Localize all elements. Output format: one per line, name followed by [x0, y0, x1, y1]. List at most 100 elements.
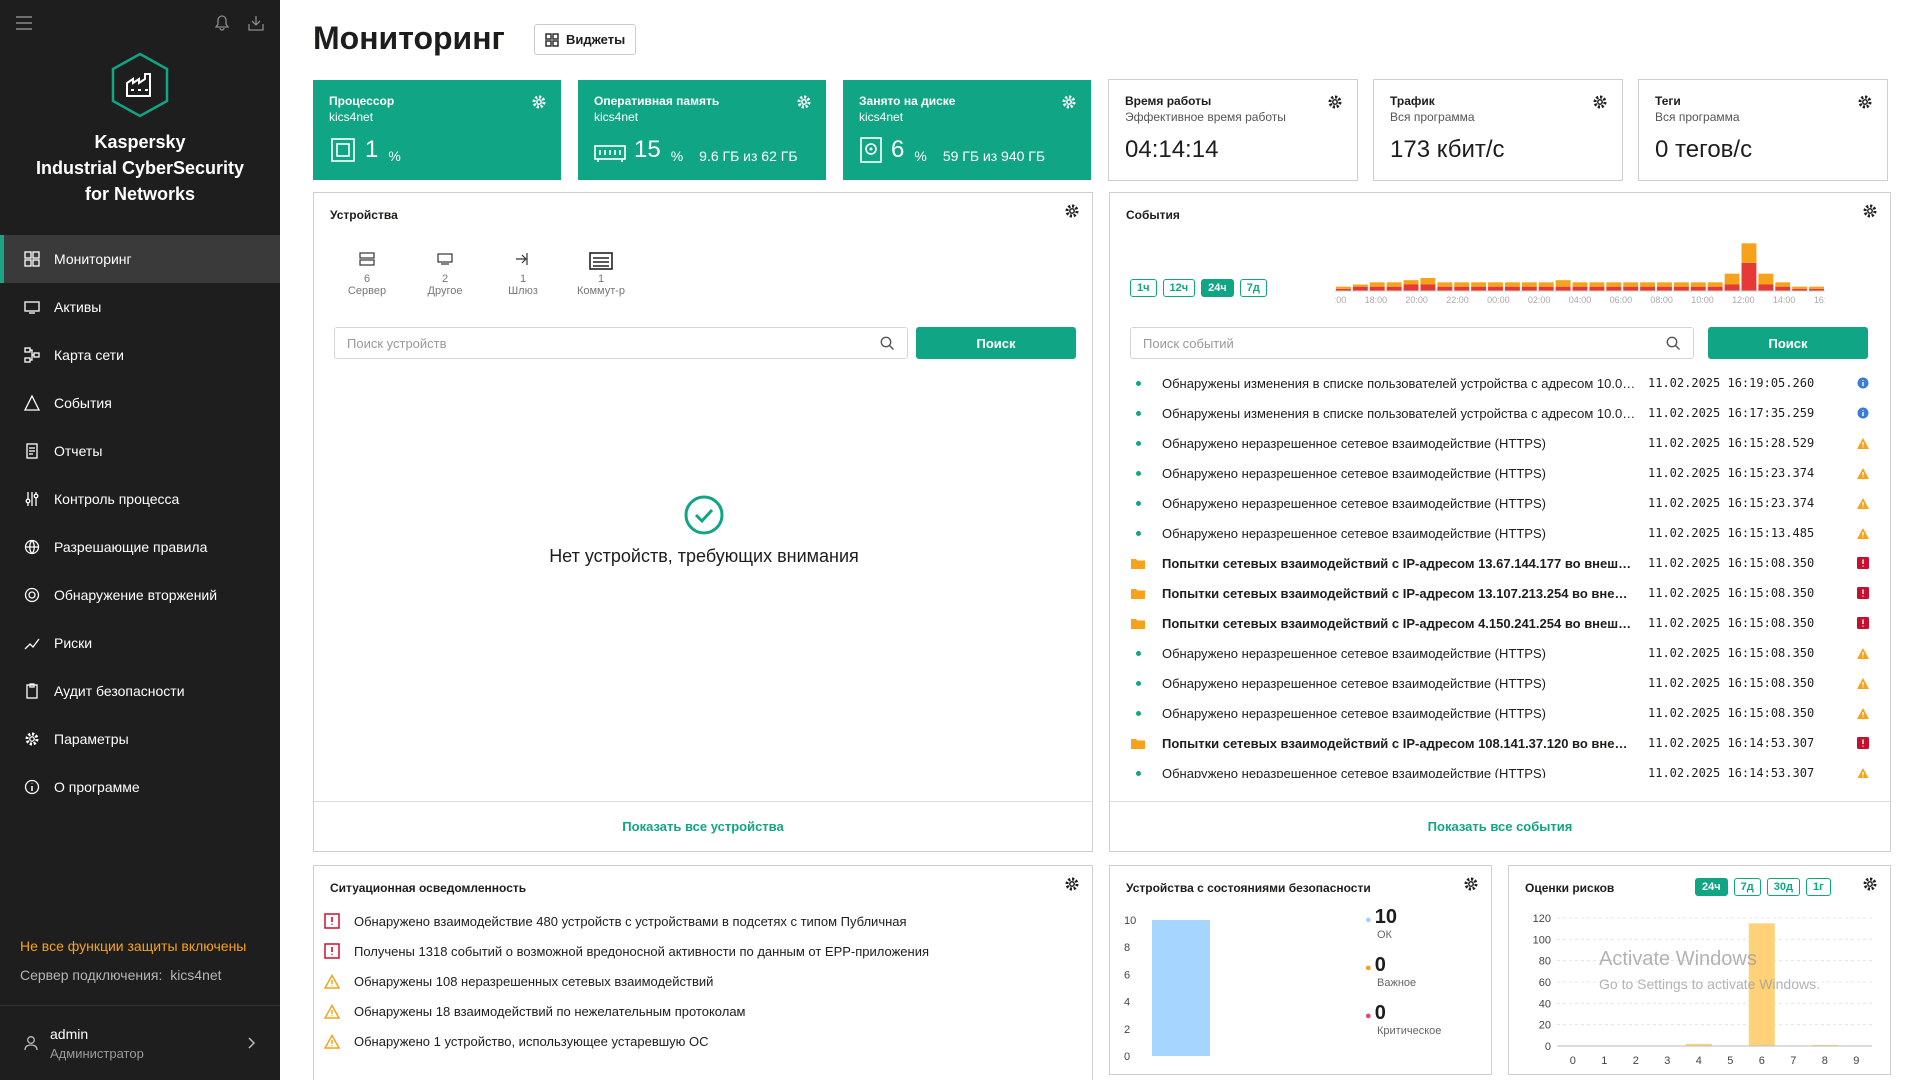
gear-icon[interactable]: [531, 94, 547, 110]
gear-icon[interactable]: [1064, 876, 1080, 892]
hist-bar-critical[interactable]: [1538, 286, 1554, 291]
hist-bar-warning[interactable]: [1724, 273, 1740, 285]
hist-bar-warning[interactable]: [1521, 282, 1537, 287]
hist-bar-critical[interactable]: [1572, 286, 1588, 291]
event-row[interactable]: Обнаружены изменения в списке пользовате…: [1118, 398, 1898, 428]
event-search-input[interactable]: Поиск событий: [1130, 327, 1694, 359]
hist-bar-warning[interactable]: [1437, 282, 1453, 287]
show-all-devices-link[interactable]: Показать все устройства: [314, 801, 1092, 851]
hist-bar-critical[interactable]: [1589, 286, 1605, 291]
hist-bar-warning[interactable]: [1538, 282, 1554, 287]
event-row[interactable]: Обнаружено неразрешенное сетевое взаимод…: [1118, 488, 1898, 518]
gear-icon[interactable]: [796, 94, 812, 110]
hist-bar-warning[interactable]: [1572, 282, 1588, 287]
hist-bar-critical[interactable]: [1369, 286, 1385, 291]
range-chip-24h[interactable]: 24ч: [1201, 279, 1234, 297]
event-row[interactable]: Попытки сетевых взаимодействий с IP-адре…: [1118, 548, 1898, 578]
event-row[interactable]: Обнаружено неразрешенное сетевое взаимод…: [1118, 668, 1898, 698]
sidebar-item-allow-rules[interactable]: Разрешающие правила: [0, 523, 280, 571]
sidebar-item-about[interactable]: О программе: [0, 763, 280, 811]
hist-bar-critical[interactable]: [1437, 286, 1453, 291]
hist-bar-warning[interactable]: [1589, 282, 1605, 287]
user-menu[interactable]: admin Администратор: [0, 1005, 280, 1080]
hist-bar-critical[interactable]: [1386, 286, 1402, 291]
hist-bar-critical[interactable]: [1623, 286, 1639, 291]
hist-bar-critical[interactable]: [1606, 286, 1622, 291]
device-type-switch[interactable]: 1 Коммут-р: [576, 251, 626, 297]
hist-bar-critical[interactable]: [1640, 286, 1656, 291]
hist-bar-critical[interactable]: [1488, 286, 1503, 291]
awareness-item[interactable]: Обнаружено 1 устройство, использующее ус…: [324, 1026, 929, 1056]
awareness-item[interactable]: Обнаружено взаимодействие 480 устройств …: [324, 906, 929, 936]
range-chip-1y[interactable]: 1г: [1805, 878, 1831, 896]
bell-icon[interactable]: [214, 15, 230, 31]
gear-icon[interactable]: [1862, 203, 1878, 219]
range-chip-24h[interactable]: 24ч: [1695, 878, 1728, 896]
hist-bar-critical[interactable]: [1690, 286, 1706, 291]
device-type-server[interactable]: 6 Сервер: [342, 251, 392, 297]
device-search-input[interactable]: Поиск устройств: [334, 327, 908, 359]
hist-bar-critical[interactable]: [1471, 286, 1487, 291]
hist-bar-warning[interactable]: [1420, 278, 1436, 285]
range-chip-30d[interactable]: 30д: [1766, 878, 1800, 896]
security-ok-bar[interactable]: [1152, 920, 1210, 1056]
hist-bar-warning[interactable]: [1741, 243, 1757, 263]
hist-bar-warning[interactable]: [1758, 273, 1774, 285]
hist-bar-critical[interactable]: [1657, 286, 1672, 291]
hist-bar-warning[interactable]: [1352, 284, 1368, 287]
gear-icon[interactable]: [1064, 203, 1080, 219]
hist-bar-critical[interactable]: [1454, 286, 1470, 291]
sidebar-item-process-control[interactable]: Контроль процесса: [0, 475, 280, 523]
event-row[interactable]: Попытки сетевых взаимодействий с IP-адре…: [1118, 728, 1898, 758]
hist-bar-warning[interactable]: [1623, 282, 1639, 287]
hist-bar-warning[interactable]: [1640, 282, 1656, 287]
event-row[interactable]: Обнаружено неразрешенное сетевое взаимод…: [1118, 428, 1898, 458]
hist-bar-critical[interactable]: [1420, 284, 1436, 292]
hist-bar-warning[interactable]: [1690, 282, 1706, 287]
hist-bar-warning[interactable]: [1775, 282, 1791, 287]
sidebar-item-settings[interactable]: Параметры: [0, 715, 280, 763]
hist-bar-warning[interactable]: [1386, 282, 1402, 287]
hist-bar-critical[interactable]: [1775, 286, 1791, 291]
hist-bar-critical[interactable]: [1521, 286, 1537, 291]
hist-bar-warning[interactable]: [1707, 282, 1723, 287]
hist-bar-warning[interactable]: [1809, 286, 1824, 289]
hist-bar-critical[interactable]: [1758, 284, 1774, 292]
device-type-other[interactable]: 2 Другое: [420, 251, 470, 297]
hist-bar-warning[interactable]: [1488, 282, 1503, 287]
show-all-events-link[interactable]: Показать все события: [1110, 801, 1890, 851]
sidebar-item-security-audit[interactable]: Аудит безопасности: [0, 667, 280, 715]
hist-bar-warning[interactable]: [1657, 282, 1672, 287]
menu-icon[interactable]: [16, 16, 32, 30]
hist-bar-warning[interactable]: [1504, 282, 1520, 287]
awareness-item[interactable]: Обнаружены 18 взаимодействий по нежелате…: [324, 996, 929, 1026]
hist-bar-critical[interactable]: [1741, 262, 1757, 291]
range-chip-7d[interactable]: 7д: [1733, 878, 1761, 896]
event-row[interactable]: Обнаружено неразрешенное сетевое взаимод…: [1118, 758, 1898, 778]
protection-warning[interactable]: Не все функции защиты включены: [20, 938, 246, 954]
sidebar-item-dashboard[interactable]: Мониторинг: [0, 235, 280, 283]
hist-bar-warning[interactable]: [1336, 286, 1351, 289]
sidebar-item-reports[interactable]: Отчеты: [0, 427, 280, 475]
hist-bar-warning[interactable]: [1673, 282, 1689, 287]
hist-bar-warning[interactable]: [1606, 282, 1622, 287]
hist-bar-warning[interactable]: [1369, 282, 1385, 287]
hist-bar-warning[interactable]: [1403, 280, 1419, 285]
awareness-item[interactable]: Получены 1318 событий о возможной вредон…: [324, 936, 929, 966]
hist-bar-critical[interactable]: [1707, 286, 1723, 291]
gear-icon[interactable]: [1463, 876, 1479, 892]
widgets-button[interactable]: Виджеты: [534, 24, 637, 55]
hist-bar-warning[interactable]: [1792, 286, 1808, 289]
gear-icon[interactable]: [1857, 94, 1873, 110]
download-icon[interactable]: [248, 15, 264, 31]
gear-icon[interactable]: [1061, 94, 1077, 110]
sidebar-item-assets[interactable]: Активы: [0, 283, 280, 331]
event-row[interactable]: Обнаружено неразрешенное сетевое взаимод…: [1118, 458, 1898, 488]
event-row[interactable]: Попытки сетевых взаимодействий с IP-адре…: [1118, 608, 1898, 638]
gear-icon[interactable]: [1327, 94, 1343, 110]
sidebar-item-network-map[interactable]: Карта сети: [0, 331, 280, 379]
sidebar-item-events[interactable]: События: [0, 379, 280, 427]
hist-bar-warning[interactable]: [1471, 282, 1487, 287]
hist-bar-critical[interactable]: [1724, 284, 1740, 292]
range-chip-12h[interactable]: 12ч: [1162, 279, 1196, 297]
